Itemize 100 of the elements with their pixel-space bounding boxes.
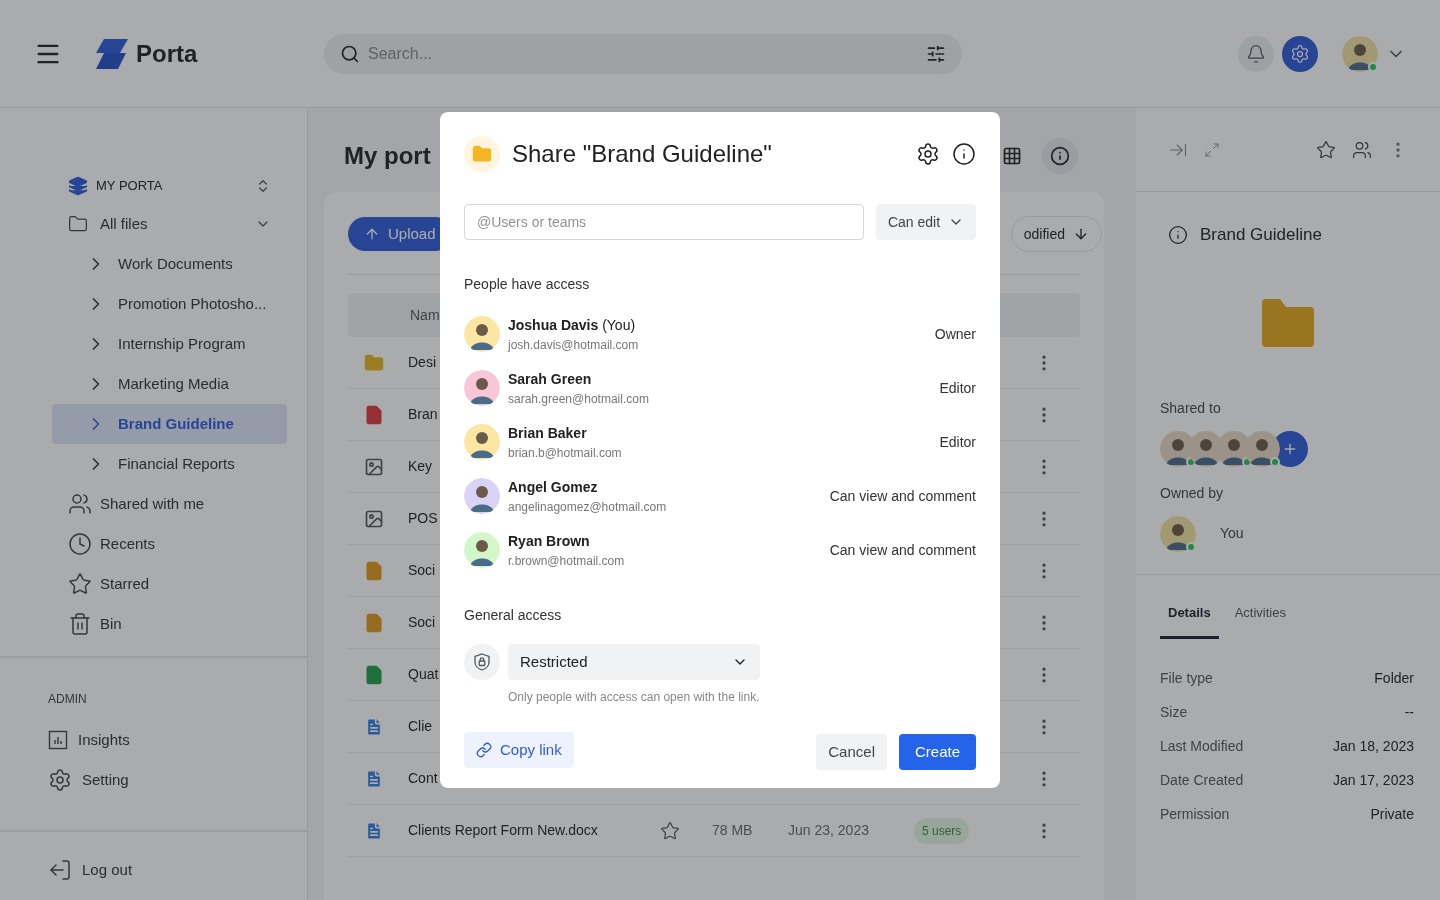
image-icon: [364, 456, 384, 477]
users-icon: [68, 492, 92, 516]
file-name[interactable]: Soci: [408, 560, 436, 581]
notifications-button[interactable]: [1238, 35, 1274, 72]
file-name[interactable]: Bran: [408, 404, 438, 425]
folder-icon: [1262, 298, 1314, 347]
file-name[interactable]: Desi: [408, 352, 436, 373]
sidebar-item[interactable]: Financial Reports: [52, 444, 287, 484]
section-label: Owned by: [1160, 483, 1225, 503]
folder-icon: [68, 214, 88, 234]
avatar-icon: [464, 424, 500, 460]
role-dropdown[interactable]: Can edit: [876, 204, 976, 240]
person-email: josh.davis@hotmail.com: [508, 336, 640, 354]
sidebar-item[interactable]: Starred: [100, 572, 150, 596]
sidebar-item[interactable]: Promotion Photosho...: [52, 284, 287, 324]
detail-label: Size: [1160, 702, 1188, 722]
modified-date: Jun 23, 2023: [788, 821, 870, 840]
access-role[interactable]: Editor: [939, 431, 976, 453]
trash-icon: [68, 612, 92, 636]
access-role[interactable]: Can view and comment: [829, 485, 976, 507]
detail-label: Date Created: [1160, 770, 1244, 790]
person-email: sarah.green@hotmail.com: [508, 390, 650, 408]
sidebar-item[interactable]: Setting: [82, 768, 129, 792]
section-heading: People have access: [464, 275, 591, 294]
settings-icon: [48, 768, 72, 792]
sidebar-item[interactable]: Work Documents: [52, 244, 287, 284]
person-name: Ryan Brown: [508, 531, 591, 551]
detail-value: --: [1404, 702, 1414, 722]
search-field[interactable]: Search...: [324, 33, 962, 74]
users-icon[interactable]: [1352, 139, 1372, 160]
sidebar-item[interactable]: All files: [52, 204, 287, 244]
file-name[interactable]: Cont: [408, 768, 438, 789]
file-name[interactable]: Key: [408, 456, 433, 477]
file-icon: [364, 560, 384, 581]
detail-value: Jan 17, 2023: [1333, 770, 1414, 790]
column-header[interactable]: Nam: [410, 304, 440, 326]
tab[interactable]: Activities: [1226, 602, 1294, 639]
sidebar-item[interactable]: Marketing Media: [52, 364, 287, 404]
sidebar-item[interactable]: Recents: [100, 532, 156, 556]
dialog-title: Share "Brand Guideline": [512, 139, 773, 169]
upload-icon: [364, 226, 380, 242]
file-name[interactable]: Clients Report Form New.docx: [408, 820, 648, 841]
section-heading: ADMIN: [48, 691, 88, 708]
cancel-button[interactable]: Cancel: [816, 734, 887, 770]
search-icon: [340, 43, 360, 64]
link-icon: [476, 742, 492, 758]
info-icon: [1168, 224, 1188, 245]
sidebar-item[interactable]: Insights: [78, 728, 130, 752]
detail-value: Folder: [1374, 668, 1414, 688]
filter-icon[interactable]: [926, 43, 946, 64]
person-name: Joshua Davis (You): [508, 315, 637, 335]
access-role[interactable]: Editor: [939, 377, 976, 399]
layers-icon: [68, 176, 88, 196]
access-role[interactable]: Owner: [934, 323, 976, 345]
create-button[interactable]: Create: [898, 734, 976, 770]
sidebar-item[interactable]: Bin: [100, 612, 122, 636]
access-dropdown[interactable]: Restricted: [508, 644, 760, 680]
file-name[interactable]: Clie: [408, 716, 433, 737]
workspace-label: MY PORTA: [96, 177, 164, 196]
file-size: 78 MB: [712, 821, 754, 840]
file-name[interactable]: POS: [408, 508, 438, 529]
person-email: r.brown@hotmail.com: [508, 552, 626, 570]
avatar-icon: [1160, 515, 1196, 552]
detail-label: Permission: [1160, 804, 1230, 824]
owner-name: You: [1220, 524, 1244, 543]
star-icon: [68, 572, 92, 596]
person-name: Angel Gomez: [508, 477, 599, 497]
folder-icon: [364, 352, 384, 373]
user-avatar: [1342, 35, 1378, 72]
sidebar-item[interactable]: Internship Program: [52, 324, 287, 364]
detail-value: Jan 18, 2023: [1333, 736, 1414, 756]
logout-icon[interactable]: [48, 858, 72, 882]
section-label: Shared to: [1160, 398, 1222, 418]
avatar-icon: [464, 478, 500, 514]
settings-icon[interactable]: [916, 142, 940, 166]
file-icon: [364, 664, 384, 685]
person-name: Sarah Green: [508, 369, 593, 389]
access-role[interactable]: Can view and comment: [829, 539, 976, 561]
tab[interactable]: Details: [1160, 602, 1219, 639]
folder-icon: [472, 144, 492, 164]
copy-link-button[interactable]: Copy link: [464, 732, 574, 768]
star-icon[interactable]: [660, 820, 680, 841]
logout-link[interactable]: Log out: [82, 858, 133, 882]
chart-icon: [48, 730, 68, 750]
settings-icon: [1290, 43, 1310, 64]
grid-view-icon[interactable]: [1002, 146, 1022, 166]
avatar-icon: [464, 532, 500, 568]
avatar-icon: [464, 316, 500, 352]
info-icon[interactable]: [952, 142, 976, 166]
sidebar-item[interactable]: Shared with me: [100, 492, 205, 516]
shared-users-badge: 5 users: [914, 817, 970, 844]
settings-button[interactable]: [1282, 35, 1318, 72]
person-name: Brian Baker: [508, 423, 588, 443]
person-email: brian.b@hotmail.com: [508, 444, 623, 462]
info-button[interactable]: [1042, 138, 1078, 174]
file-name[interactable]: Soci: [408, 612, 436, 633]
star-icon[interactable]: [1316, 139, 1336, 160]
clock-icon: [68, 532, 92, 556]
invite-field[interactable]: @Users or teams: [464, 204, 864, 240]
file-name[interactable]: Quat: [408, 664, 439, 685]
